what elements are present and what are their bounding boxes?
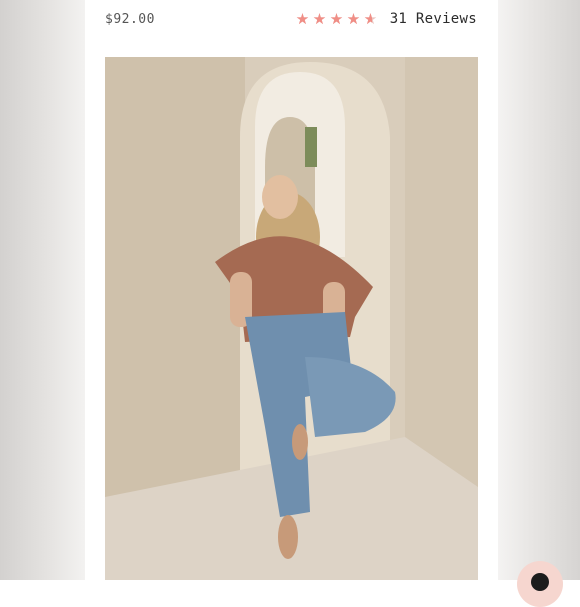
chat-button[interactable] bbox=[517, 561, 563, 607]
product-photo[interactable] bbox=[105, 57, 478, 580]
reviews-count-link[interactable]: 31 Reviews bbox=[390, 11, 477, 27]
star-icon: ★ ★ bbox=[346, 10, 361, 28]
rating-summary[interactable]: ★ ★ ★ ★ ★ ★ ★ ★ ★ ★ 31 Reviews bbox=[296, 11, 477, 27]
product-price: $92.00 bbox=[105, 12, 155, 27]
star-icon: ★ ★ bbox=[329, 10, 344, 28]
chat-bubble-icon bbox=[531, 573, 549, 591]
star-icon: ★ ★ bbox=[363, 10, 378, 28]
star-icon: ★ ★ bbox=[295, 10, 310, 28]
product-card: $92.00 ★ ★ ★ ★ ★ ★ ★ ★ ★ ★ 31 Reviews bbox=[85, 0, 563, 607]
star-icon: ★ ★ bbox=[312, 10, 327, 28]
background-left bbox=[0, 0, 85, 580]
star-rating: ★ ★ ★ ★ ★ ★ ★ ★ ★ ★ bbox=[296, 11, 381, 27]
product-photo-illustration bbox=[105, 57, 478, 580]
background-right bbox=[498, 0, 580, 580]
